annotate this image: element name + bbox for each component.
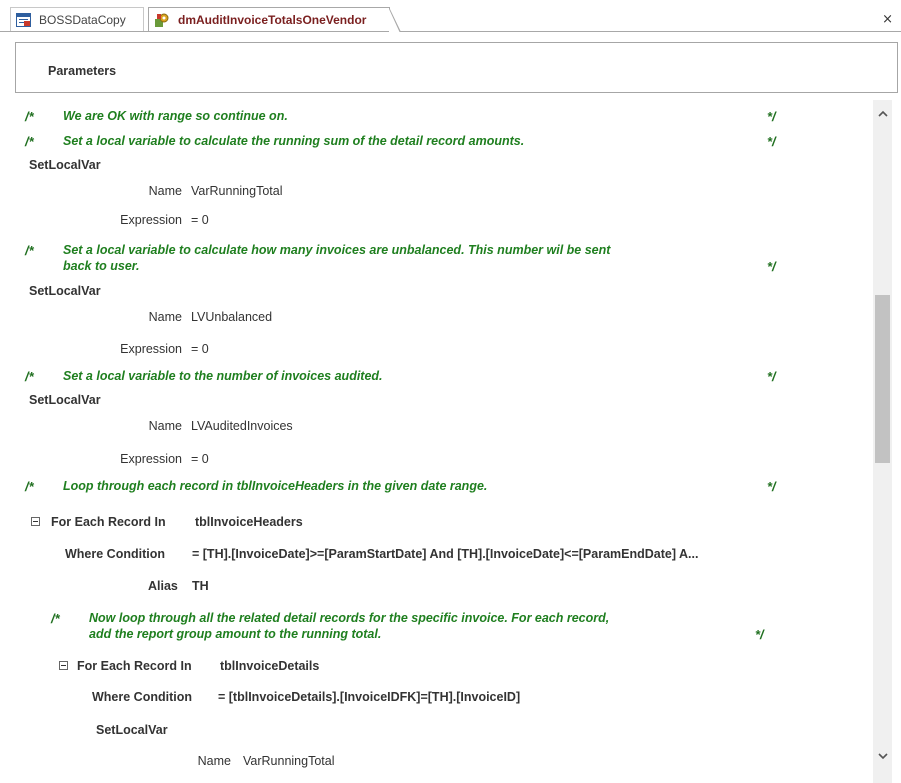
arg-label-expression: Expression	[120, 342, 182, 356]
tab-dmauditinvoicetotalsonevendor[interactable]: dmAuditInvoiceTotalsOneVendor	[148, 7, 401, 33]
arg-label-name: Name	[148, 419, 182, 433]
collapse-icon[interactable]	[31, 517, 40, 526]
arg-value-where[interactable]: = [TH].[InvoiceDate]>=[ParamStartDate] A…	[192, 547, 698, 561]
arg-value-name[interactable]: LVUnbalanced	[191, 310, 272, 324]
comment-text[interactable]: Loop through each record in tblInvoiceHe…	[63, 479, 487, 494]
action-setlocalvar[interactable]: SetLocalVar	[29, 284, 101, 298]
close-icon[interactable]: ×	[882, 12, 893, 27]
arg-label-name: Name	[148, 310, 182, 324]
comment-text[interactable]: We are OK with range so continue on.	[63, 109, 288, 124]
parameters-label: Parameters	[48, 64, 117, 78]
comment-text[interactable]: Now loop through all the related detail …	[89, 611, 609, 626]
comment-close-mark: */	[767, 109, 776, 124]
arg-label-expression: Expression	[120, 452, 182, 466]
arg-value-name[interactable]: VarRunningTotal	[191, 184, 283, 198]
comment-close-mark: */	[767, 479, 776, 494]
comment-open-mark: /*	[25, 243, 34, 258]
for-each-table[interactable]: tblInvoiceDetails	[220, 659, 319, 673]
comment-text[interactable]: add the report group amount to the runni…	[89, 627, 381, 642]
tab-divider	[0, 31, 901, 32]
comment-open-mark: /*	[25, 134, 34, 149]
arg-label-name: Name	[197, 754, 231, 768]
comment-text[interactable]: Set a local variable to calculate how ma…	[63, 243, 610, 258]
tab-label: BOSSDataCopy	[39, 13, 126, 27]
chevron-down-icon[interactable]	[877, 751, 888, 765]
arg-value-expression[interactable]: = 0	[191, 342, 209, 356]
action-for-each-record[interactable]: For Each Record In	[77, 659, 192, 673]
comment-text[interactable]: Set a local variable to the number of in…	[63, 369, 383, 384]
macro-editor[interactable]: /* We are OK with range so continue on. …	[15, 100, 871, 783]
action-setlocalvar[interactable]: SetLocalVar	[29, 158, 101, 172]
document-tab-bar: BOSSDataCopy dmAuditInvoiceTotalsOneVend…	[0, 0, 901, 33]
chevron-up-icon[interactable]	[877, 109, 888, 123]
for-each-table[interactable]: tblInvoiceHeaders	[195, 515, 303, 529]
arg-label-expression: Expression	[120, 213, 182, 227]
action-for-each-record[interactable]: For Each Record In	[51, 515, 166, 529]
arg-value-expression[interactable]: = 0	[191, 452, 209, 466]
arg-value-alias[interactable]: TH	[192, 579, 209, 593]
arg-value-where[interactable]: = [tblInvoiceDetails].[InvoiceIDFK]=[TH]…	[218, 690, 520, 704]
table-icon	[16, 13, 31, 27]
arg-label-where: Where Condition	[92, 690, 192, 704]
vertical-scrollbar[interactable]	[873, 100, 892, 783]
collapse-icon[interactable]	[59, 661, 68, 670]
arg-value-name[interactable]: VarRunningTotal	[243, 754, 335, 768]
comment-open-mark: /*	[51, 611, 60, 626]
action-setlocalvar[interactable]: SetLocalVar	[96, 723, 168, 737]
arg-value-expression[interactable]: = 0	[191, 213, 209, 227]
comment-close-mark: */	[767, 369, 776, 384]
scrollbar-thumb[interactable]	[875, 295, 890, 463]
comment-close-mark: */	[755, 627, 764, 642]
action-setlocalvar[interactable]: SetLocalVar	[29, 393, 101, 407]
comment-open-mark: /*	[25, 369, 34, 384]
comment-close-mark: */	[767, 134, 776, 149]
parameters-panel[interactable]: Parameters	[15, 42, 898, 93]
comment-close-mark: */	[767, 259, 776, 274]
comment-text[interactable]: back to user.	[63, 259, 139, 274]
tab-label: dmAuditInvoiceTotalsOneVendor	[178, 13, 367, 27]
arg-label-alias: Alias	[148, 579, 178, 593]
macro-icon	[154, 13, 170, 28]
comment-text[interactable]: Set a local variable to calculate the ru…	[63, 134, 524, 149]
arg-label-name: Name	[148, 184, 182, 198]
comment-open-mark: /*	[25, 479, 34, 494]
arg-label-where: Where Condition	[65, 547, 165, 561]
tab-bossdatacopy[interactable]: BOSSDataCopy	[10, 7, 144, 32]
arg-value-name[interactable]: LVAuditedInvoices	[191, 419, 293, 433]
comment-open-mark: /*	[25, 109, 34, 124]
